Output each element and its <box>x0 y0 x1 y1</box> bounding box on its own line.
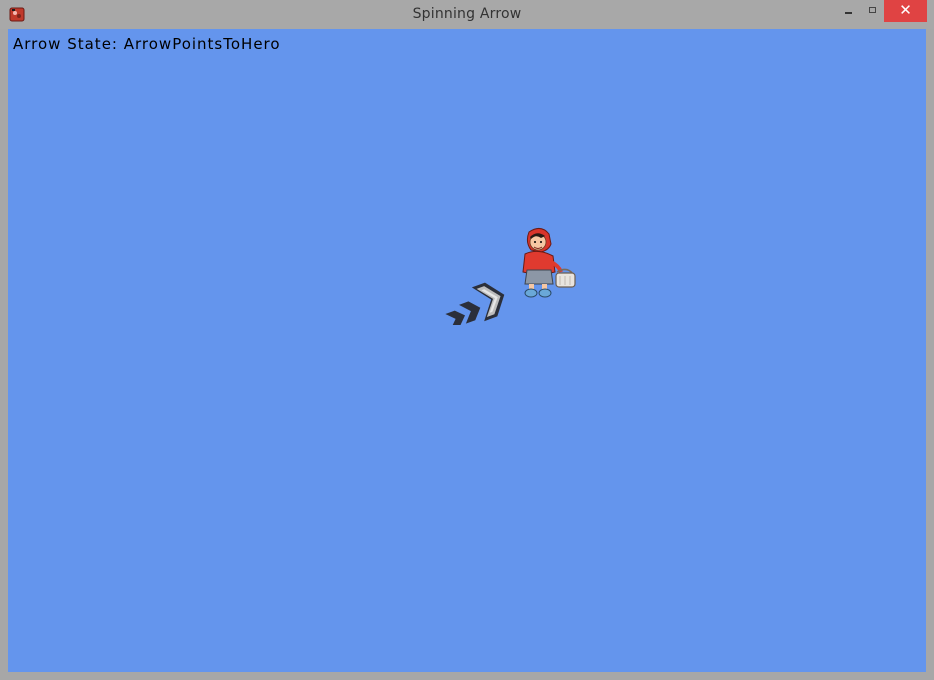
maximize-button[interactable] <box>861 0 885 22</box>
title-bar[interactable]: Spinning Arrow ✕ <box>0 0 934 29</box>
chevron-arrow-sprite <box>445 282 505 325</box>
window-title: Spinning Arrow <box>412 6 522 22</box>
game-canvas[interactable]: Arrow State: ArrowPointsToHero <box>8 29 926 672</box>
close-button[interactable]: ✕ <box>884 0 927 22</box>
minimize-button[interactable] <box>836 0 860 22</box>
arrow-state-label: Arrow State: ArrowPointsToHero <box>13 35 281 53</box>
hero-character-sprite <box>522 228 576 298</box>
game-window: Spinning Arrow ✕ Arrow State: ArrowPoint… <box>0 0 934 680</box>
